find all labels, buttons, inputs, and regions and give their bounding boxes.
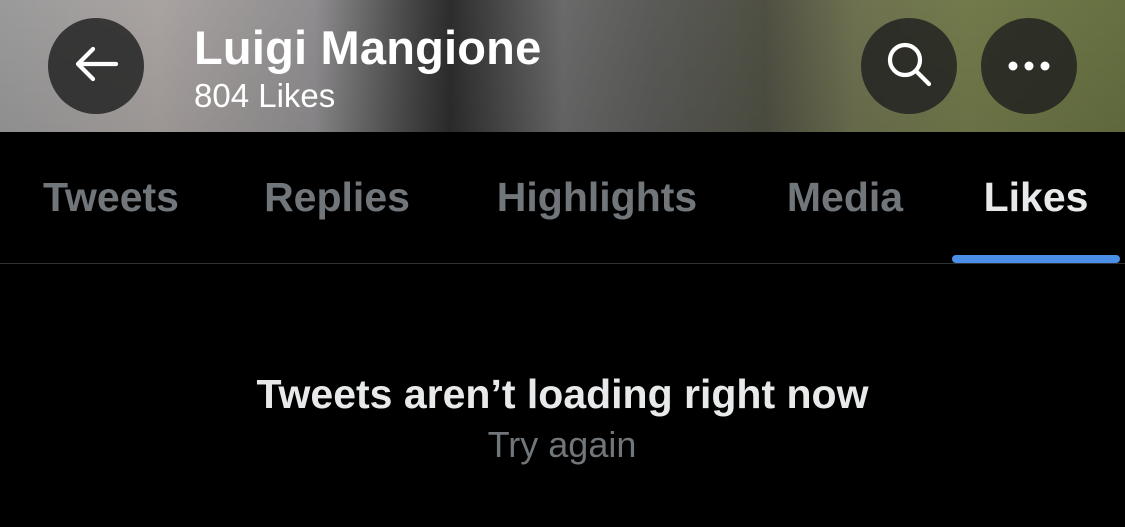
back-button[interactable] [48, 18, 144, 114]
profile-tabs: Tweets Replies Highlights Media Likes [0, 132, 1125, 264]
profile-header-banner: Luigi Mangione 804 Likes [0, 0, 1125, 132]
tab-likes[interactable]: Likes [952, 132, 1120, 263]
tab-highlights[interactable]: Highlights [488, 132, 706, 263]
error-message: Tweets aren’t loading right now [256, 371, 869, 417]
profile-name: Luigi Mangione [194, 21, 542, 74]
tab-media[interactable]: Media [780, 132, 910, 263]
tab-replies[interactable]: Replies [259, 132, 415, 263]
active-tab-indicator [952, 255, 1120, 263]
search-button[interactable] [861, 18, 957, 114]
arrow-left-icon [74, 46, 119, 86]
profile-likes-screen: Luigi Mangione 804 Likes Tweets Replies … [0, 0, 1125, 527]
search-icon [884, 39, 934, 93]
try-again-button[interactable]: Try again [462, 422, 662, 468]
likes-count: 804 Likes [194, 77, 336, 114]
more-options-button[interactable] [981, 18, 1077, 114]
tab-tweets[interactable]: Tweets [34, 132, 188, 263]
more-horizontal-icon [1007, 57, 1051, 76]
profile-title-block: Luigi Mangione 804 Likes [194, 22, 541, 116]
